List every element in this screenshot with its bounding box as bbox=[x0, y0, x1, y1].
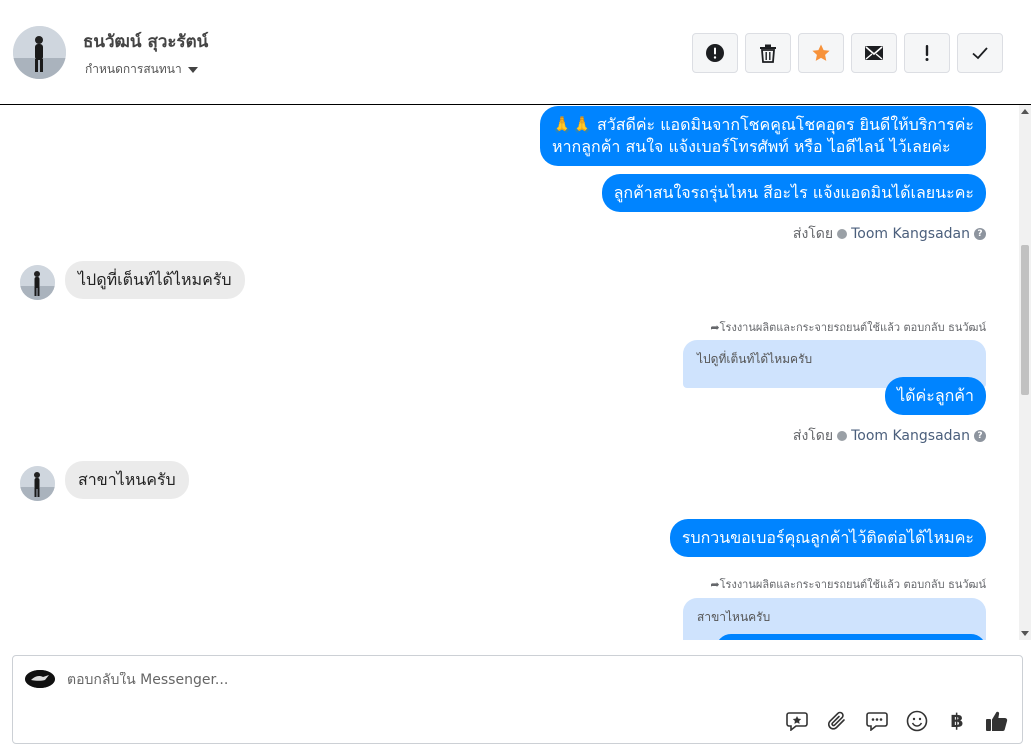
outgoing-message[interactable]: ได้ค่ะลูกค้า bbox=[885, 377, 986, 415]
check-icon bbox=[972, 47, 988, 60]
verified-icon bbox=[837, 229, 848, 239]
envelope-icon bbox=[865, 46, 883, 60]
scroll-up-arrow-icon[interactable] bbox=[1021, 109, 1029, 114]
thread-scrollbar[interactable] bbox=[1019, 105, 1031, 640]
scroll-down-arrow-icon[interactable] bbox=[1021, 631, 1029, 636]
reply-input[interactable] bbox=[67, 672, 767, 688]
sent-by-info: ส่งโดย Toom Kangsadan ? bbox=[793, 223, 986, 245]
reply-arrow-icon: ➦ bbox=[710, 321, 720, 334]
follow-up-button[interactable] bbox=[904, 33, 950, 73]
delete-button[interactable] bbox=[745, 33, 791, 73]
agent-name[interactable]: Toom Kangsadan bbox=[851, 226, 970, 242]
emoji-button[interactable] bbox=[904, 708, 930, 734]
caret-down-icon bbox=[187, 66, 198, 73]
exclamation-icon bbox=[925, 45, 929, 61]
composer-toolbar: ฿ bbox=[784, 708, 1010, 734]
verified-icon bbox=[837, 431, 848, 441]
mark-done-button[interactable] bbox=[957, 33, 1003, 73]
help-icon[interactable]: ? bbox=[974, 228, 986, 240]
incoming-message[interactable]: สาขาไหนครับ bbox=[65, 461, 189, 499]
saved-reply-button[interactable] bbox=[784, 708, 810, 734]
conversation-settings-label: กำหนดการสนทนา bbox=[85, 62, 182, 76]
spam-button[interactable] bbox=[692, 33, 738, 73]
star-button[interactable] bbox=[798, 33, 844, 73]
outgoing-message[interactable]: ลูกค้าสนใจรถรุ่นไหน สีอะไร แจ้งแอดมินได้… bbox=[601, 174, 986, 212]
reply-arrow-icon: ➦ bbox=[710, 578, 720, 591]
sent-by-label: ส่งโดย bbox=[792, 428, 834, 444]
reply-composer: ฿ bbox=[12, 655, 1023, 744]
chat-bubble-icon bbox=[866, 712, 888, 731]
message-thread[interactable]: 🙏🙏 สวัสดีค่ะ แอดมินจากโชคคูณโชคอุดร ยินด… bbox=[0, 105, 1019, 640]
reply-context-note: ➦โรงงานผลิตและกระจายรถยนต์ใช้แล้ว ตอบกลั… bbox=[710, 575, 986, 593]
baht-icon: ฿ bbox=[950, 710, 964, 732]
conversation-toolbar bbox=[692, 33, 1003, 73]
scrollbar-thumb[interactable] bbox=[1021, 245, 1029, 395]
payment-button[interactable]: ฿ bbox=[944, 708, 970, 734]
outgoing-message-partial[interactable] bbox=[716, 634, 986, 640]
conversation-header: ธนวัฒน์ สุวะรัตน์ กำหนดการสนทนา bbox=[0, 0, 1031, 105]
sent-by-info: ส่งโดย Toom Kangsadan ? bbox=[793, 425, 986, 447]
sent-by-label: ส่งโดย bbox=[792, 226, 834, 242]
reply-note-text: โรงงานผลิตและกระจายรถยนต์ใช้แล้ว ตอบกลับ… bbox=[719, 578, 986, 591]
reply-context-note: ➦โรงงานผลิตและกระจายรถยนต์ใช้แล้ว ตอบกลั… bbox=[710, 318, 986, 336]
mark-unread-button[interactable] bbox=[851, 33, 897, 73]
message-line: 🙏🙏 สวัสดีค่ะ แอดมินจากโชคคูณโชคอุดร ยินด… bbox=[552, 115, 974, 134]
agent-name[interactable]: Toom Kangsadan bbox=[851, 428, 970, 444]
conversation-settings-dropdown[interactable]: กำหนดการสนทนา bbox=[85, 60, 198, 79]
help-icon[interactable]: ? bbox=[974, 430, 986, 442]
star-icon bbox=[812, 44, 830, 61]
contact-avatar[interactable] bbox=[13, 26, 66, 79]
outgoing-message[interactable]: 🙏🙏 สวัสดีค่ะ แอดมินจากโชคคูณโชคอุดร ยินด… bbox=[540, 106, 986, 166]
contact-avatar-small[interactable] bbox=[20, 466, 55, 501]
chat-bubble-button[interactable] bbox=[864, 708, 890, 734]
trash-icon bbox=[760, 44, 776, 63]
message-line: หากลูกค้า สนใจ แจ้งเบอร์โทรศัพท์ หรือ ไอ… bbox=[552, 137, 951, 156]
like-button[interactable] bbox=[984, 708, 1010, 734]
reply-note-text: โรงงานผลิตและกระจายรถยนต์ใช้แล้ว ตอบกลับ… bbox=[719, 321, 986, 334]
incoming-message[interactable]: ไปดูที่เต็นท์ได้ไหมครับ bbox=[65, 261, 245, 299]
page-logo bbox=[25, 670, 55, 688]
outgoing-message[interactable]: รบกวนขอเบอร์คุณลูกค้าไว้ติดต่อได้ไหมคะ bbox=[669, 519, 986, 557]
saved-reply-icon bbox=[786, 712, 808, 731]
attach-button[interactable] bbox=[824, 708, 850, 734]
contact-name[interactable]: ธนวัฒน์ สุวะรัตน์ bbox=[83, 28, 208, 55]
contact-avatar-small[interactable] bbox=[20, 265, 55, 300]
thumbs-up-icon bbox=[986, 711, 1008, 731]
attach-icon bbox=[827, 711, 845, 730]
alert-circle-icon bbox=[706, 44, 724, 62]
emoji-icon bbox=[906, 710, 928, 732]
